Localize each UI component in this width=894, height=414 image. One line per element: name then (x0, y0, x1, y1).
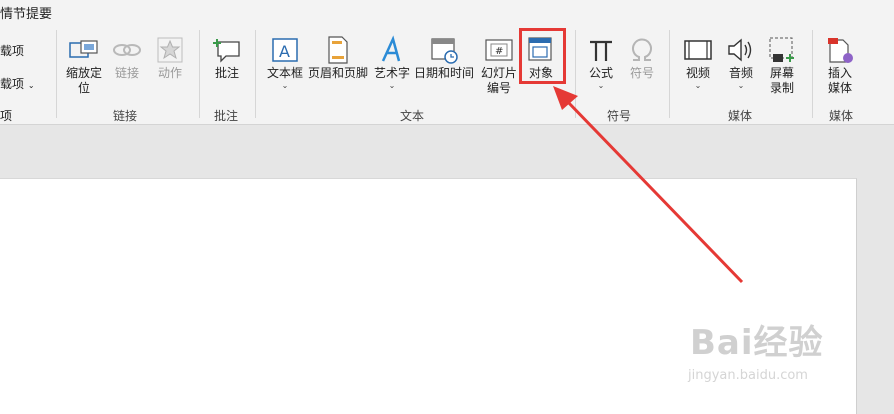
watermark-url: jingyan.baidu.com (688, 368, 808, 383)
watermark-logo: Bai经验 (690, 323, 824, 363)
